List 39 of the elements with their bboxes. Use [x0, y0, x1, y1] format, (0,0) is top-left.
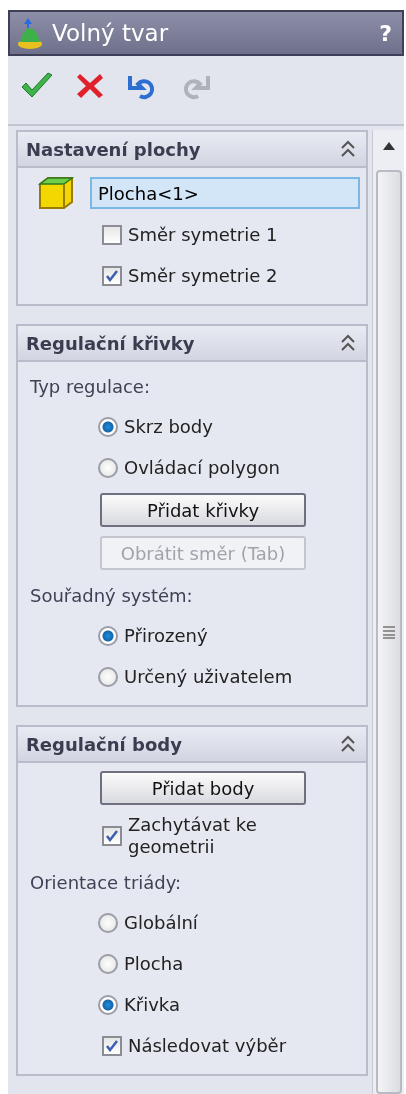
radio-button[interactable]: [98, 417, 118, 437]
radio-label: Ovládací polygon: [124, 457, 280, 479]
checkbox[interactable]: [102, 266, 122, 286]
collapse-icon[interactable]: [340, 334, 356, 352]
checkbox[interactable]: [102, 225, 122, 245]
scrollbar[interactable]: [372, 130, 404, 1094]
cube-icon: [38, 176, 74, 210]
scroll-up-icon[interactable]: [382, 142, 395, 150]
checkbox-label: Směr symetrie 2: [128, 265, 279, 287]
radio-label: Křivka: [124, 994, 180, 1016]
radio-button[interactable]: [98, 626, 118, 646]
radio-label: Přirozený: [124, 625, 208, 647]
radio-label: Plocha: [124, 953, 184, 975]
collapse-icon[interactable]: [340, 735, 356, 753]
radio-label: Globální: [124, 912, 198, 934]
help-icon[interactable]: ?: [379, 20, 392, 46]
close-icon: [76, 72, 104, 100]
radio-label: Určený uživatelem: [124, 666, 293, 688]
action-button[interactable]: Přidat křivky: [100, 493, 306, 527]
checkbox[interactable]: [102, 1036, 122, 1057]
window-title: Volný tvar: [52, 20, 170, 46]
radio-button[interactable]: [98, 954, 118, 975]
grip-icon: [382, 625, 395, 639]
checkbox-label: Zachytávat ke geometrii: [128, 814, 258, 858]
radio-button[interactable]: [98, 995, 118, 1016]
radio-button[interactable]: [98, 913, 118, 934]
face-field[interactable]: Plocha<1>: [90, 177, 360, 209]
action-button[interactable]: Přidat body: [100, 771, 306, 805]
checkbox-label: Směr symetrie 1: [128, 224, 279, 246]
radio-button[interactable]: [98, 458, 118, 478]
group-label: Typ regulace:: [30, 375, 150, 397]
collapse-icon[interactable]: [340, 140, 356, 158]
group-label: Orientace triády:: [30, 871, 182, 893]
radio-label: Skrz body: [124, 416, 213, 438]
group-label: Souřadný systém:: [30, 584, 193, 606]
checkbox-label: Následovat výběr: [128, 1035, 288, 1057]
checkbox[interactable]: [102, 825, 122, 846]
scroll-thumb[interactable]: [375, 170, 402, 1094]
radio-button[interactable]: [98, 667, 118, 687]
